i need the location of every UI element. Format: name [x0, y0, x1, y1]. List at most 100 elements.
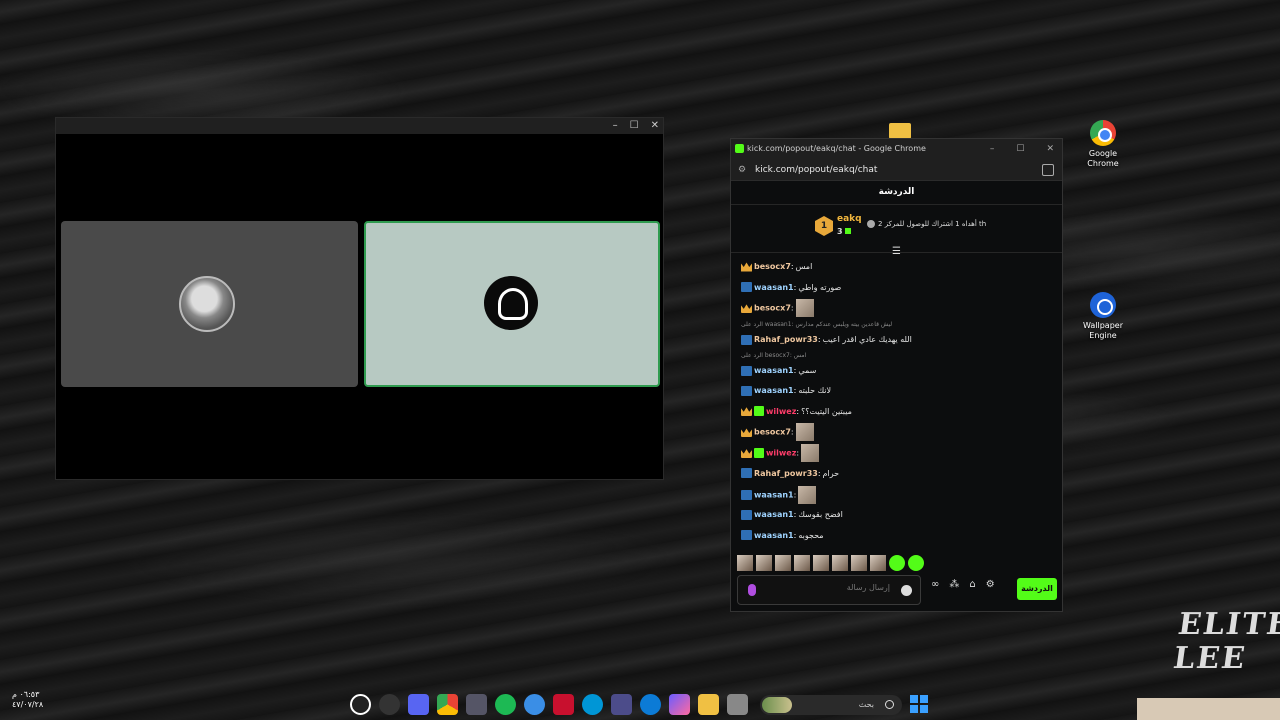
spotify-icon[interactable] — [495, 694, 516, 715]
close-icon[interactable]: ✕ — [651, 118, 659, 134]
verified-badge-icon — [741, 509, 752, 520]
chat-username[interactable]: waasan1 — [754, 490, 794, 499]
chat-text: سمي — [798, 366, 817, 376]
emote-icon[interactable] — [813, 555, 829, 571]
chat-text: حرام — [822, 468, 840, 478]
chat-message[interactable]: wilwez: ميبتين اليتيت؟؟ — [731, 403, 1064, 424]
crown-badge-icon — [741, 449, 752, 459]
emote-icon[interactable] — [908, 555, 924, 571]
pinned-gift-banner: 1 eakq 3 أهداه 1 اشتراك للوصول للمركز 2 … — [731, 205, 1062, 257]
chat-message[interactable]: waasan1: — [731, 485, 1064, 507]
desktop-icon-chrome[interactable]: Google Chrome — [1073, 120, 1133, 169]
quick-emote-bar — [737, 555, 924, 571]
taskbar-search[interactable]: بحث — [760, 695, 902, 715]
emote-icon[interactable] — [794, 555, 810, 571]
desktop-icon-wallpaper-engine[interactable]: Wallpaper Engine — [1073, 292, 1133, 341]
participant-tile-speaking[interactable] — [364, 221, 660, 387]
maximize-icon[interactable]: ☐ — [1016, 139, 1024, 159]
chat-message[interactable]: wilwez: — [731, 444, 1064, 465]
windows-start-icon[interactable] — [910, 695, 928, 713]
vpn-icon[interactable] — [524, 694, 545, 715]
elite-logo: ELITE LEE — [1171, 607, 1280, 676]
gift-icon — [844, 228, 851, 234]
copilot-icon[interactable] — [669, 694, 690, 715]
chat-message[interactable]: waasan1: محجوبه — [731, 527, 1064, 548]
minimize-icon[interactable]: – — [990, 139, 995, 159]
pinned-username[interactable]: eakq — [837, 214, 862, 224]
store-icon[interactable]: ⌂ — [969, 579, 975, 590]
chat-message[interactable]: Rahaf_powr33: حرام — [731, 465, 1064, 486]
chat-message[interactable]: waasan1: افضح بقوسك — [731, 506, 1064, 527]
close-icon[interactable]: ✕ — [1046, 139, 1054, 159]
chat-message[interactable]: besocx7: امس — [731, 258, 1064, 279]
chrome-icon[interactable] — [437, 694, 458, 715]
emote-icon[interactable] — [756, 555, 772, 571]
chat-send-button[interactable]: الدردشة — [1017, 578, 1057, 600]
chat-message[interactable]: besocx7: — [731, 299, 1064, 320]
chat-username[interactable]: Rahaf_powr33 — [754, 335, 818, 344]
file-explorer-icon[interactable] — [698, 694, 719, 715]
emote-icon[interactable] — [870, 555, 886, 571]
chat-username[interactable]: Rahaf_powr33 — [754, 469, 818, 478]
verified-badge-icon — [741, 468, 752, 479]
emoji-icon[interactable] — [901, 585, 912, 596]
obs-icon[interactable] — [350, 694, 371, 715]
clock-time: ٠٦:٥٣ م — [12, 690, 40, 699]
microphone-icon[interactable] — [748, 584, 756, 596]
chat-message[interactable]: الرد على waasan1: ليش قاعدين بيته ويلبس … — [731, 320, 1064, 351]
chat-username[interactable]: wilwez — [766, 407, 796, 416]
verified-badge-icon — [741, 385, 752, 396]
chat-text: امس — [795, 262, 813, 271]
settings-icon[interactable]: ⚙ — [986, 579, 995, 590]
message-input-box[interactable] — [737, 575, 921, 605]
emote-icon[interactable] — [775, 555, 791, 571]
taskbar: ٠٦:٥٣ م ٤٧/٠٧/٢٨ بحث — [0, 690, 1280, 720]
infinity-icon[interactable]: ∞ — [931, 579, 939, 590]
minimize-icon[interactable]: – — [613, 118, 618, 134]
avatar — [179, 276, 235, 332]
site-info-icon[interactable]: ⚙ — [738, 165, 746, 175]
url-text[interactable]: kick.com/popout/eakq/chat — [755, 165, 877, 175]
collapse-icon[interactable]: ☰ — [892, 246, 901, 257]
emote-icon[interactable] — [889, 555, 905, 571]
hp-icon[interactable] — [582, 694, 603, 715]
emote-icon[interactable] — [737, 555, 753, 571]
clock-app-icon[interactable] — [379, 694, 400, 715]
subscriber-badge-icon — [754, 406, 764, 417]
discord-icon[interactable] — [408, 694, 429, 715]
chat-username[interactable]: wilwez — [766, 449, 796, 458]
chat-username[interactable]: besocx7 — [754, 428, 791, 437]
task-view-icon[interactable] — [727, 694, 748, 715]
message-input[interactable] — [798, 583, 890, 592]
search-icon — [885, 700, 894, 709]
verified-badge-icon — [741, 282, 752, 293]
store-icon[interactable] — [611, 694, 632, 715]
chat-username[interactable]: waasan1 — [754, 366, 794, 375]
edge-icon[interactable] — [640, 694, 661, 715]
crown-badge-icon — [741, 428, 752, 438]
verified-badge-icon — [741, 489, 752, 500]
emote-icon[interactable] — [832, 555, 848, 571]
emote-icon[interactable] — [851, 555, 867, 571]
maximize-icon[interactable]: ☐ — [630, 118, 639, 134]
chat-message[interactable]: الرد على besocx7: امس waasan1: سمي — [731, 351, 1064, 382]
translate-icon[interactable] — [1042, 164, 1054, 176]
chat-message[interactable]: waasan1: صورته واطي — [731, 279, 1064, 300]
mcafee-icon[interactable] — [553, 694, 574, 715]
chat-username[interactable]: waasan1 — [754, 531, 794, 540]
taskbar-clock[interactable]: ٠٦:٥٣ م ٤٧/٠٧/٢٨ — [12, 690, 43, 710]
verified-badge-icon — [741, 365, 752, 376]
chat-username[interactable]: waasan1 — [754, 510, 794, 519]
chat-message[interactable]: besocx7: — [731, 423, 1064, 444]
users-icon[interactable]: ⁂ — [949, 579, 959, 590]
participant-tile[interactable] — [61, 221, 358, 387]
address-bar[interactable]: ⚙ kick.com/popout/eakq/chat — [731, 159, 1062, 181]
chat-username[interactable]: besocx7 — [754, 262, 791, 271]
chat-username[interactable]: waasan1 — [754, 386, 794, 395]
settings-icon[interactable] — [466, 694, 487, 715]
pinned-count: 3 — [837, 227, 851, 236]
chat-username[interactable]: besocx7 — [754, 304, 791, 313]
folder-icon[interactable] — [889, 123, 911, 139]
chat-username[interactable]: waasan1 — [754, 283, 794, 292]
chat-message[interactable]: waasan1: لانك حلبته — [731, 382, 1064, 403]
